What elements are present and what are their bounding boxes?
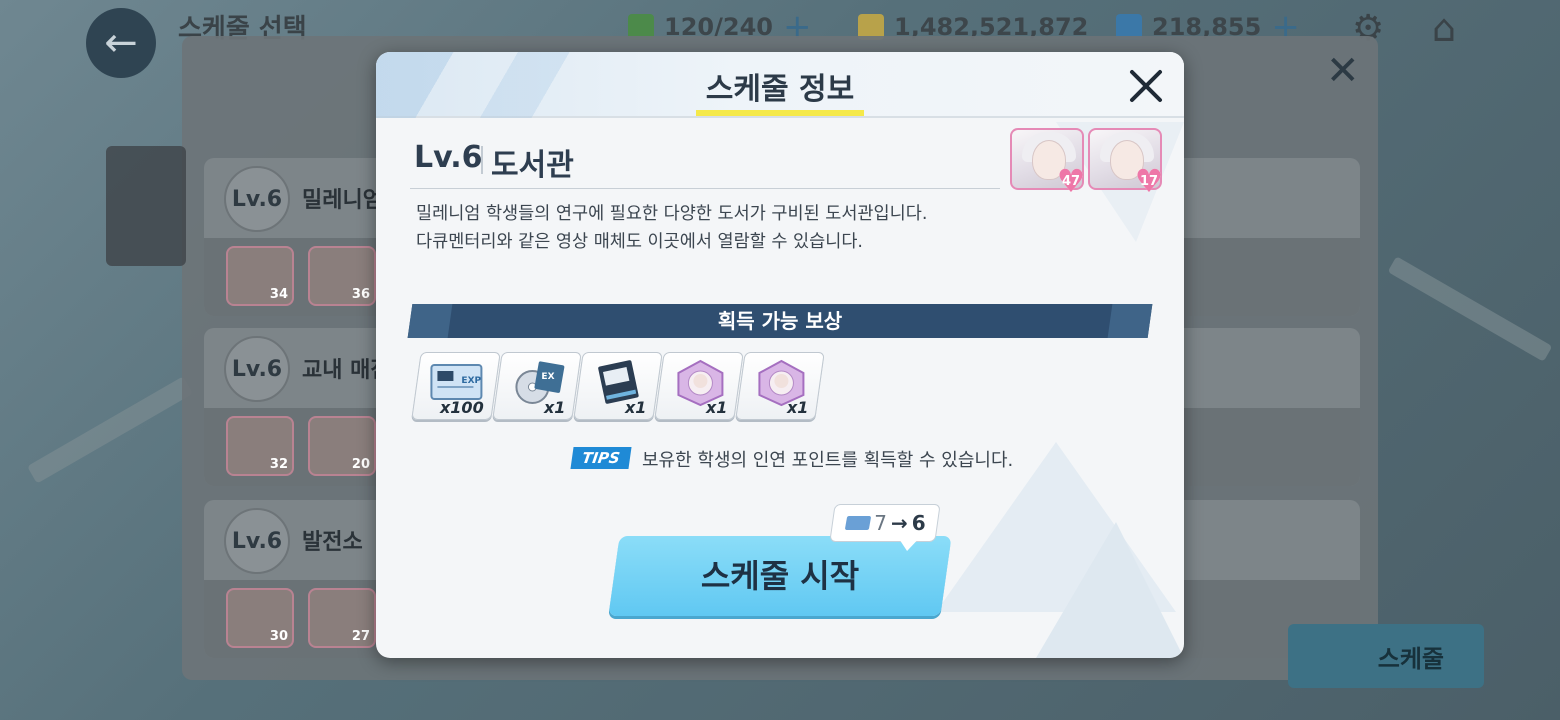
rewards-header: 획득 가능 보상	[717, 309, 843, 333]
student-portrait-icon: 36	[308, 246, 376, 306]
tips-badge: TIPS	[570, 447, 632, 469]
card-name: 밀레니엄	[302, 188, 383, 213]
ticket-count-before: 7	[874, 511, 888, 535]
location-description: 밀레니엄 학생들의 연구에 필요한 다양한 도서가 구비된 도서관입니다. 다큐…	[416, 200, 927, 256]
student-portrait-icon: 20	[308, 416, 376, 476]
affinity-value: 34	[269, 287, 288, 302]
affinity-value: 30	[269, 629, 288, 644]
student-portrait-icon: 34	[226, 246, 294, 306]
description-line: 밀레니엄 학생들의 연구에 필요한 다양한 도서가 구비된 도서관입니다.	[416, 204, 928, 224]
ticket-cost: 7 → 6	[838, 508, 934, 538]
reward-item[interactable]: x1	[735, 352, 825, 420]
locked-notice	[106, 146, 186, 266]
schedule-level: Lv.6	[414, 140, 483, 175]
reward-item[interactable]: EX x1	[492, 352, 582, 420]
location-name: 도서관	[491, 148, 574, 183]
modal-title: 스케줄 정보	[705, 72, 855, 107]
divider	[481, 146, 483, 174]
reward-quantity: x1	[543, 398, 565, 417]
reward-quantity: x1	[786, 398, 808, 417]
description-line: 다큐멘터리와 같은 영상 매체도 이곳에서 열람할 수 있습니다.	[416, 232, 864, 252]
student-portrait-icon: 30	[226, 588, 294, 648]
student-avatar[interactable]: 17	[1088, 128, 1163, 197]
map-road	[27, 376, 193, 484]
card-level: Lv.6	[224, 508, 290, 574]
close-icon[interactable]: ✕	[1326, 48, 1360, 94]
arrow-right-icon: →	[891, 511, 908, 535]
affinity-value: 20	[351, 457, 370, 472]
svg-text:EX: EX	[541, 372, 554, 382]
map-road	[1387, 256, 1553, 362]
card-name: 발전소	[302, 530, 363, 555]
arrow-left-icon: ←	[104, 20, 138, 66]
student-portrait-icon: 32	[226, 416, 294, 476]
start-schedule-label[interactable]: 스케줄 시작	[614, 536, 946, 616]
card-level: Lv.6	[224, 166, 290, 232]
reward-item[interactable]: x1	[573, 352, 663, 420]
title-underline	[696, 110, 864, 116]
close-icon[interactable]	[1124, 64, 1168, 108]
student-avatar[interactable]: 47	[1010, 128, 1085, 197]
divider	[410, 188, 1000, 189]
reward-quantity: x1	[624, 398, 646, 417]
affinity-value: 17	[1139, 173, 1159, 189]
home-icon[interactable]: ⌂	[1432, 6, 1456, 50]
back-button[interactable]: ←	[86, 8, 156, 78]
schedule-info-modal: 스케줄 정보 Lv.6 도서관 47 17 밀레니엄 학생들의 연구에 필요한 …	[376, 52, 1184, 658]
student-portrait-icon: 27	[308, 588, 376, 648]
reward-quantity: x1	[705, 398, 727, 417]
heart-icon: 47	[1056, 165, 1086, 197]
svg-text:EXP: EXP	[461, 376, 481, 386]
schedule-button[interactable]: 스케줄	[1288, 624, 1484, 688]
affinity-value: 32	[269, 457, 288, 472]
heart-icon: 17	[1134, 165, 1164, 197]
schedule-ticket-icon	[845, 516, 872, 530]
tips-text: 보유한 학생의 인연 포인트를 획득할 수 있습니다.	[642, 450, 1014, 471]
reward-quantity: x100	[440, 398, 484, 417]
card-level: Lv.6	[224, 336, 290, 402]
reward-item[interactable]: EXP x100	[411, 352, 501, 420]
reward-item[interactable]: x1	[654, 352, 744, 420]
affinity-value: 36	[351, 287, 370, 302]
affinity-value: 47	[1061, 173, 1081, 189]
affinity-value: 27	[351, 629, 370, 644]
ticket-count-after: 6	[911, 511, 926, 535]
